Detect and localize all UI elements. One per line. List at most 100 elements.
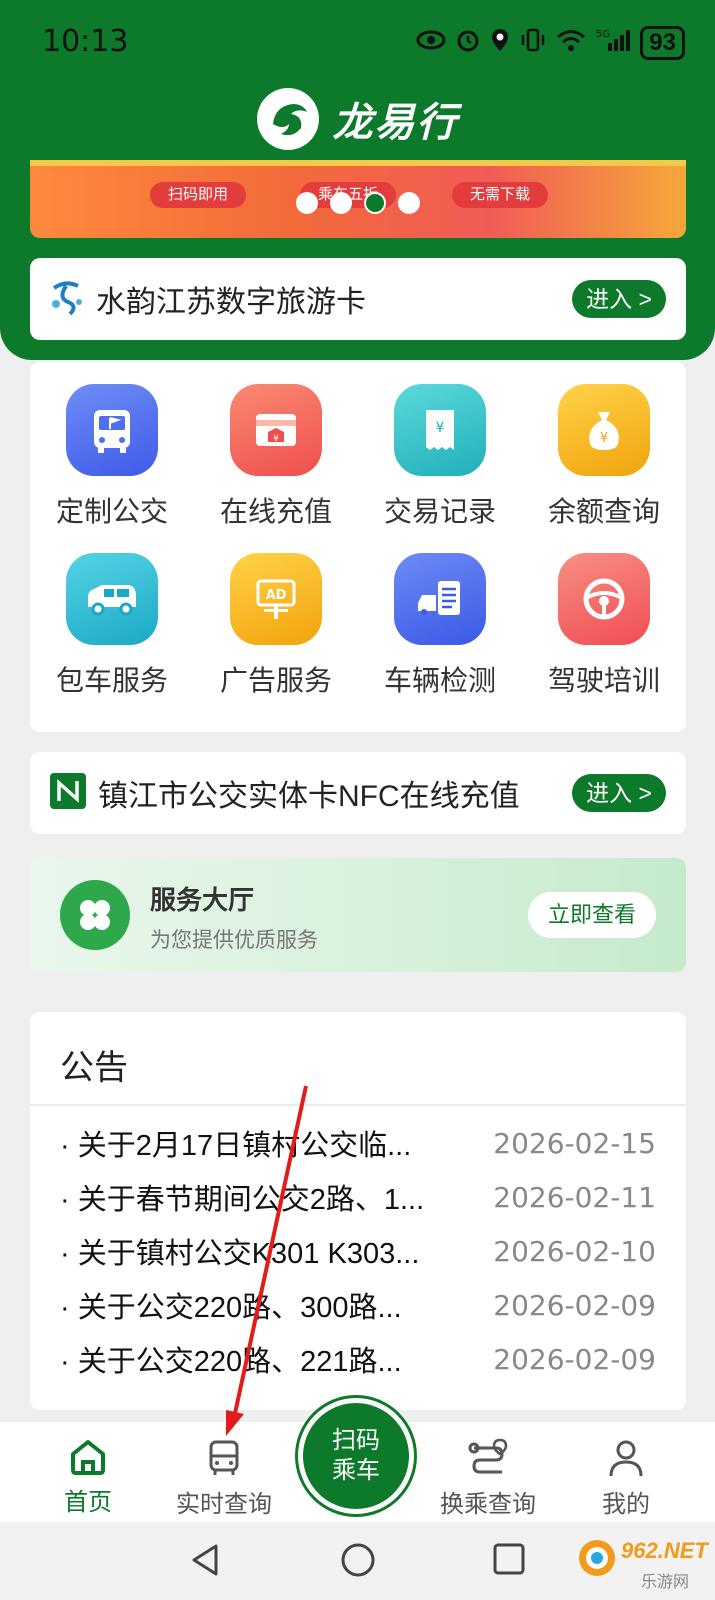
notice-item[interactable]: · 关于春节期间公交2路、1... 2026-02-11	[30, 1170, 686, 1224]
scan-ride-button[interactable]: 扫码 乘车	[298, 1398, 414, 1514]
jiangsu-logo-icon	[48, 278, 86, 321]
notice-text: · 关于2月17日镇村公交临...	[60, 1130, 412, 1162]
tab-home[interactable]: 首页	[28, 1438, 148, 1517]
service-driving-training[interactable]: 驾驶培训	[522, 553, 686, 722]
bus-icon	[209, 1440, 239, 1475]
service-label: 交易记录	[383, 496, 496, 527]
notice-text: · 关于公交220路、221路...	[60, 1346, 402, 1378]
service-online-recharge[interactable]: ¥ 在线充值	[194, 384, 358, 553]
watermark-text: 962.NET	[621, 1538, 708, 1563]
status-time: 10:13	[42, 24, 129, 59]
nfc-icon	[48, 771, 88, 816]
status-icons: 5G 93	[416, 26, 685, 60]
bus-flag-icon	[66, 384, 158, 476]
location-icon	[490, 27, 510, 60]
network-type-label: 5G	[596, 29, 610, 40]
notice-date: 2026-02-10	[493, 1234, 656, 1268]
car-inspection-icon	[394, 553, 486, 645]
status-bar: 10:13 5G 93	[0, 0, 715, 84]
carousel-dot[interactable]	[330, 192, 352, 214]
service-hall-card[interactable]: 服务大厅 为您提供优质服务 立即查看	[30, 858, 686, 972]
tab-label: 换乘查询	[440, 1491, 536, 1518]
tab-label: 首页	[64, 1489, 112, 1516]
watermark-subtext: 乐游网	[641, 1574, 690, 1591]
notice-text: · 关于春节期间公交2路、1...	[60, 1184, 425, 1216]
service-custom-bus[interactable]: 定制公交	[30, 384, 194, 553]
service-balance-query[interactable]: ¥ 余额查询	[522, 384, 686, 553]
service-label: 定制公交	[55, 496, 168, 527]
tab-transfer-query[interactable]: 换乘查询	[428, 1438, 548, 1519]
tourism-card-row[interactable]: 水韵江苏数字旅游卡 进入 >	[30, 258, 686, 340]
battery-indicator: 93	[640, 26, 685, 60]
tab-realtime-query[interactable]: 实时查询	[164, 1438, 284, 1519]
svg-text:¥: ¥	[273, 434, 279, 444]
van-icon	[66, 553, 158, 645]
carousel-dot-active[interactable]	[364, 192, 386, 214]
notice-date: 2026-02-11	[493, 1180, 656, 1214]
notice-date: 2026-02-09	[493, 1288, 656, 1322]
notice-item[interactable]: · 关于公交220路、221路... 2026-02-09	[30, 1332, 686, 1386]
banner-tag-3: 无需下载	[452, 182, 549, 208]
service-label: 在线充值	[219, 496, 332, 527]
notice-divider	[30, 1104, 686, 1106]
receipt-icon: ¥	[394, 384, 486, 476]
service-label: 广告服务	[219, 665, 332, 696]
app-brand: 龙易行	[0, 84, 715, 154]
recents-icon[interactable]	[492, 1542, 526, 1581]
signal-icon: 5G	[596, 27, 631, 60]
notice-item[interactable]: · 关于2月17日镇村公交临... 2026-02-15	[30, 1116, 686, 1170]
watermark-logo-icon	[575, 1536, 619, 1584]
tourism-card-enter-button[interactable]: 进入 >	[572, 280, 666, 318]
notice-text: · 关于镇村公交K301 K303...	[60, 1238, 420, 1270]
banner-tag-1: 扫码即用	[150, 182, 247, 208]
steering-wheel-icon	[558, 553, 650, 645]
service-label: 驾驶培训	[547, 665, 660, 696]
notice-title: 公告	[60, 1049, 128, 1087]
svg-text:¥: ¥	[436, 420, 445, 436]
scan-ride-label-line2: 乘车	[332, 1457, 380, 1484]
eye-icon	[416, 29, 446, 58]
home-circle-icon[interactable]	[340, 1542, 376, 1583]
service-hall-view-button[interactable]: 立即查看	[527, 892, 656, 938]
service-hall-subtitle: 为您提供优质服务	[150, 929, 318, 952]
back-icon[interactable]	[188, 1542, 222, 1583]
tab-mine[interactable]: 我的	[566, 1438, 686, 1519]
svg-text:AD: AD	[266, 588, 287, 603]
alarm-icon	[456, 28, 480, 59]
notice-list: · 关于2月17日镇村公交临... 2026-02-15 · 关于春节期间公交2…	[30, 1116, 686, 1386]
service-charter[interactable]: 包车服务	[30, 553, 194, 722]
dragon-logo-icon	[256, 88, 319, 150]
service-label: 包车服务	[55, 665, 168, 696]
banner-edge	[30, 160, 686, 166]
service-vehicle-inspection[interactable]: 车辆检测	[358, 553, 522, 722]
money-bag-icon: ¥	[558, 384, 650, 476]
carousel-dot[interactable]	[296, 192, 318, 214]
tab-label: 实时查询	[176, 1491, 272, 1518]
service-hall-title: 服务大厅	[150, 885, 255, 915]
nfc-recharge-row[interactable]: 镇江市公交实体卡NFC在线充值 进入 >	[30, 752, 686, 834]
wifi-icon	[556, 28, 586, 59]
notice-date: 2026-02-15	[493, 1126, 656, 1160]
home-icon	[71, 1440, 105, 1475]
service-transaction-records[interactable]: ¥ 交易记录	[358, 384, 522, 553]
vibrate-icon	[520, 28, 546, 59]
notice-board: 公告 · 关于2月17日镇村公交临... 2026-02-15 · 关于春节期间…	[30, 1012, 686, 1410]
nfc-recharge-title: 镇江市公交实体卡NFC在线充值	[98, 780, 520, 813]
site-watermark: 962.NET 乐游网	[575, 1536, 708, 1594]
notice-item[interactable]: · 关于镇村公交K301 K303... 2026-02-10	[30, 1224, 686, 1278]
notice-item[interactable]: · 关于公交220路、300路... 2026-02-09	[30, 1278, 686, 1332]
route-icon	[468, 1438, 508, 1474]
recharge-card-icon: ¥	[230, 384, 322, 476]
service-label: 车辆检测	[383, 665, 496, 696]
scan-ride-label-line1: 扫码	[332, 1427, 380, 1454]
nfc-enter-button[interactable]: 进入 >	[572, 774, 666, 812]
notice-text: · 关于公交220路、300路...	[60, 1292, 402, 1324]
service-label: 余额查询	[547, 496, 660, 527]
service-advertising[interactable]: AD 广告服务	[194, 553, 358, 722]
user-icon	[609, 1440, 643, 1477]
ad-board-icon: AD	[230, 553, 322, 645]
notice-date: 2026-02-09	[493, 1342, 656, 1376]
tab-label: 我的	[602, 1491, 650, 1518]
tourism-card-title: 水韵江苏数字旅游卡	[96, 286, 366, 319]
carousel-dot[interactable]	[398, 192, 420, 214]
